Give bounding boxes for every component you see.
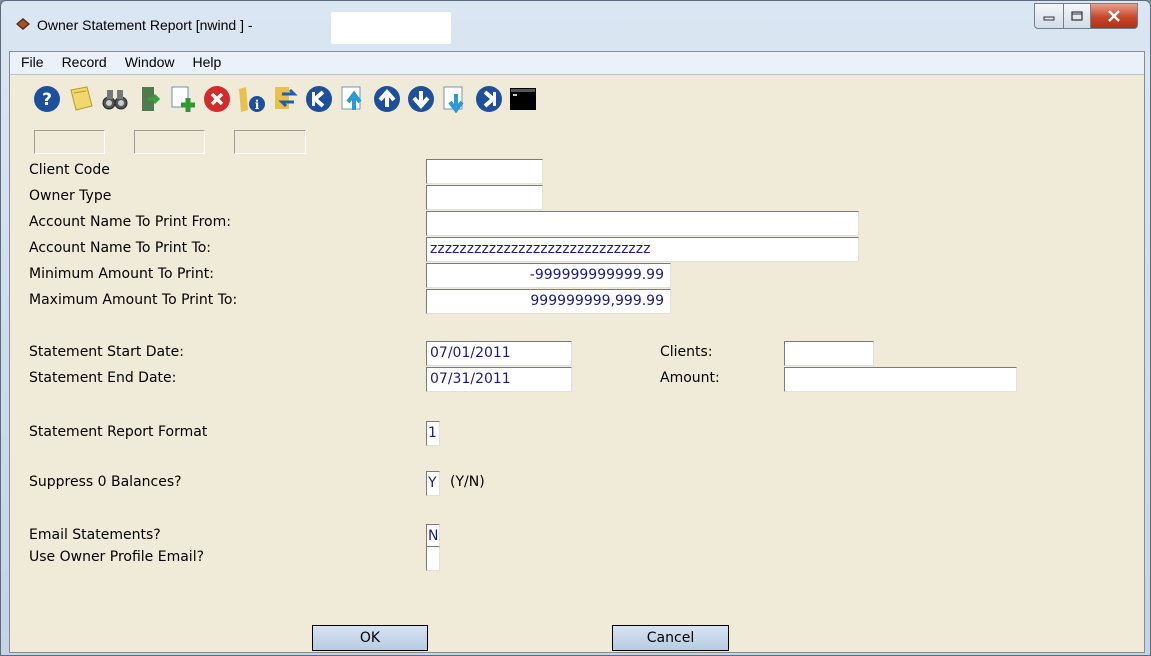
app-icon xyxy=(16,18,30,30)
down-icon xyxy=(407,85,434,112)
last-record-icon xyxy=(475,85,502,112)
suppress-hint: (Y/N) xyxy=(450,474,485,490)
add-icon xyxy=(171,86,195,112)
info-button[interactable]: i xyxy=(234,81,267,116)
status-cell-2 xyxy=(134,130,205,154)
use-profile-email-label: Use Owner Profile Email? xyxy=(29,549,205,565)
svg-text:i: i xyxy=(254,98,259,112)
toolbar: ? i xyxy=(30,81,539,121)
minimize-icon xyxy=(1043,16,1055,21)
up-button[interactable] xyxy=(370,81,403,116)
menu-file[interactable]: File xyxy=(10,52,51,74)
client-code-label: Client Code xyxy=(29,162,110,178)
acct-to-field[interactable]: zzzzzzzzzzzzzzzzzzzzzzzzzzzzzz xyxy=(426,237,859,262)
menu-window[interactable]: Window xyxy=(114,52,182,74)
report-format-label: Statement Report Format xyxy=(29,424,208,440)
owner-type-label: Owner Type xyxy=(29,188,112,204)
terminal-icon xyxy=(509,87,536,110)
note-button[interactable] xyxy=(64,81,97,116)
owner-type-field[interactable] xyxy=(426,185,543,210)
start-date-field[interactable]: 07/01/2011 xyxy=(426,341,572,366)
acct-to-label: Account Name To Print To: xyxy=(29,240,212,256)
help-button[interactable]: ? xyxy=(30,81,63,116)
menu-record[interactable]: Record xyxy=(51,52,114,74)
delete-button[interactable] xyxy=(200,81,233,116)
use-profile-email-field[interactable] xyxy=(426,546,440,571)
title-blank xyxy=(331,12,451,44)
menu-bar: File Record Window Help xyxy=(10,52,1144,75)
window-title: Owner Statement Report [nwind ] - xyxy=(37,17,253,33)
delete-icon xyxy=(203,85,230,112)
close-button[interactable] xyxy=(1091,3,1138,29)
maximize-icon xyxy=(1071,11,1083,21)
first-record-button[interactable] xyxy=(302,81,335,116)
terminal-button[interactable] xyxy=(506,81,539,116)
start-date-label: Statement Start Date: xyxy=(29,344,184,360)
refresh-icon xyxy=(274,86,298,109)
email-label: Email Statements? xyxy=(29,527,161,543)
ok-button[interactable]: OK xyxy=(312,625,428,651)
clients-field[interactable] xyxy=(784,341,874,366)
binoculars-icon xyxy=(102,89,127,109)
status-cell-3 xyxy=(234,130,306,154)
end-date-field[interactable]: 07/31/2011 xyxy=(426,367,572,392)
suppress-field[interactable]: Y xyxy=(426,471,440,496)
down-button[interactable] xyxy=(404,81,437,116)
help-icon: ? xyxy=(33,85,60,112)
first-record-icon xyxy=(305,85,332,112)
form-area: File Record Window Help ? i Client Code … xyxy=(9,51,1145,653)
prev-page-button[interactable] xyxy=(336,81,369,116)
prev-page-icon xyxy=(341,86,362,110)
exit-button[interactable] xyxy=(132,81,165,116)
next-page-icon xyxy=(443,86,464,113)
max-amount-label: Maximum Amount To Print To: xyxy=(29,292,238,308)
end-date-label: Statement End Date: xyxy=(29,370,177,386)
amount-field[interactable] xyxy=(784,367,1017,392)
info-folder-icon: i xyxy=(238,86,265,112)
report-format-field[interactable]: 1 xyxy=(426,421,440,446)
suppress-label: Suppress 0 Balances? xyxy=(29,474,182,490)
note-icon xyxy=(69,85,93,111)
refresh-button[interactable] xyxy=(268,81,301,116)
last-record-button[interactable] xyxy=(472,81,505,116)
exit-icon xyxy=(141,86,160,111)
acct-from-field[interactable] xyxy=(426,211,859,236)
add-button[interactable] xyxy=(166,81,199,116)
min-amount-field[interactable]: -999999999999.99 xyxy=(426,263,671,288)
client-code-field[interactable] xyxy=(426,159,543,184)
minimize-button[interactable] xyxy=(1034,3,1064,29)
status-cell-1 xyxy=(34,130,105,154)
maximize-button[interactable] xyxy=(1064,3,1091,29)
max-amount-field[interactable]: 999999999,999.99 xyxy=(426,289,671,314)
up-icon xyxy=(373,85,400,112)
menu-help[interactable]: Help xyxy=(182,52,229,74)
title-bar[interactable]: Owner Statement Report [nwind ] - xyxy=(1,1,1150,45)
clients-label: Clients: xyxy=(660,344,713,360)
close-icon xyxy=(1108,10,1120,22)
next-page-button[interactable] xyxy=(438,81,471,116)
acct-from-label: Account Name To Print From: xyxy=(29,214,231,230)
report-window: Owner Statement Report [nwind ] - File R… xyxy=(0,0,1151,656)
cancel-button[interactable]: Cancel xyxy=(612,625,729,651)
find-button[interactable] xyxy=(98,81,131,116)
min-amount-label: Minimum Amount To Print: xyxy=(29,266,214,282)
amount-label: Amount: xyxy=(660,370,720,386)
svg-text:?: ? xyxy=(42,90,52,110)
